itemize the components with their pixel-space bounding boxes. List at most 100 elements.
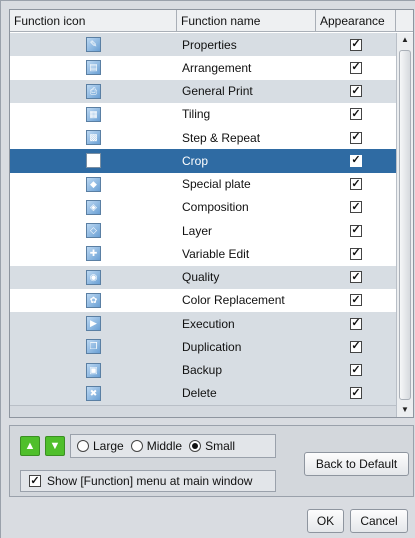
duplication-icon: ❐ — [86, 339, 101, 355]
variable-edit-icon: ✚ — [86, 246, 101, 262]
function-icon-cell: ✿ — [10, 289, 177, 312]
function-name-cell: Tiling — [182, 107, 211, 122]
move-down-button[interactable]: ▼ — [45, 436, 65, 456]
table-row[interactable]: ▦ Tiling ✓ — [10, 102, 396, 126]
table-row[interactable]: ✎ Properties ✓ — [10, 33, 396, 57]
function-icon-cell: ◆ — [10, 173, 177, 196]
appearance-checkbox[interactable]: ✓ — [350, 317, 362, 330]
appearance-checkbox[interactable]: ✓ — [350, 61, 362, 74]
function-icon-cell: ▩ — [10, 126, 177, 149]
table-row[interactable]: ◇ Layer ✓ — [10, 219, 396, 243]
appearance-checkbox[interactable]: ✓ — [350, 178, 362, 191]
table-row[interactable]: ✖ Delete ✓ — [10, 381, 396, 405]
table-body: ✎ Properties ✓ ▤ Arrangement ✓ ⎙ General Print ✓… — [10, 33, 396, 405]
appearance-checkbox[interactable]: ✓ — [350, 247, 362, 260]
function-name-cell: Crop — [182, 153, 209, 168]
function-name-cell: Delete — [182, 386, 217, 401]
column-header-function-name[interactable]: Function name — [177, 10, 316, 32]
table-row[interactable]: □ Crop ✓ — [10, 149, 396, 173]
delete-icon: ✖ — [86, 385, 101, 401]
function-name-cell: Special plate — [182, 177, 251, 192]
appearance-checkbox[interactable]: ✓ — [350, 131, 362, 144]
appearance-checkbox[interactable]: ✓ — [350, 271, 362, 284]
function-name-cell: Duplication — [182, 339, 242, 354]
table-header: Function icon Function name Appearance — [10, 10, 413, 32]
appearance-checkbox[interactable]: ✓ — [350, 340, 362, 353]
vertical-scrollbar[interactable]: ▲ ▼ — [396, 33, 413, 417]
function-icon-cell: ▣ — [10, 359, 177, 382]
function-icon-cell: ▶ — [10, 312, 177, 335]
appearance-checkbox[interactable]: ✓ — [350, 294, 362, 307]
size-option-small[interactable]: Small — [189, 439, 235, 453]
function-icon-cell: ⎙ — [10, 80, 177, 103]
function-icon-cell: ✎ — [10, 33, 177, 56]
composition-icon: ◈ — [86, 199, 101, 215]
scrollbar-thumb[interactable] — [399, 50, 411, 400]
table-row[interactable]: ⎙ General Print ✓ — [10, 79, 396, 103]
table-row[interactable]: ◈ Composition ✓ — [10, 195, 396, 219]
show-menu-check-icon: ✓ — [29, 474, 41, 487]
function-name-cell: Execution — [182, 316, 235, 331]
tiling-icon: ▦ — [86, 106, 101, 122]
column-header-function-icon[interactable]: Function icon — [10, 10, 177, 32]
appearance-cell: ✓ — [316, 196, 396, 219]
move-up-button[interactable]: ▲ — [20, 436, 40, 456]
appearance-checkbox[interactable]: ✓ — [350, 154, 362, 167]
table-row[interactable]: ▶ Execution ✓ — [10, 312, 396, 336]
appearance-cell: ✓ — [316, 126, 396, 149]
table-row[interactable]: ◉ Quality ✓ — [10, 265, 396, 289]
layer-icon: ◇ — [86, 223, 101, 239]
cancel-button[interactable]: Cancel — [350, 509, 408, 533]
table-row[interactable]: ▩ Step & Repeat ✓ — [10, 126, 396, 150]
size-option-large[interactable]: Large — [77, 439, 124, 453]
appearance-cell: ✓ — [316, 80, 396, 103]
arrow-up-icon: ▲ — [24, 440, 36, 452]
appearance-checkbox[interactable]: ✓ — [350, 224, 362, 237]
function-icon-cell: ▤ — [10, 56, 177, 79]
function-icon-cell: ◇ — [10, 219, 177, 242]
appearance-cell: ✓ — [316, 103, 396, 126]
function-settings-dialog: Function icon Function name Appearance ✎… — [0, 0, 415, 538]
show-function-menu-checkbox[interactable]: ✓ Show [Function] menu at main window — [20, 470, 276, 492]
table-row[interactable]: ✚ Variable Edit ✓ — [10, 242, 396, 266]
table-footer-strip — [10, 405, 396, 417]
show-menu-label: Show [Function] menu at main window — [47, 474, 253, 488]
crop-icon: □ — [86, 153, 101, 169]
radio-button[interactable] — [77, 440, 89, 452]
appearance-checkbox[interactable]: ✓ — [350, 108, 362, 121]
function-icon-cell: ◉ — [10, 266, 177, 289]
function-icon-cell: ❐ — [10, 335, 177, 358]
execution-icon: ▶ — [86, 316, 101, 332]
table-row[interactable]: ▣ Backup ✓ — [10, 358, 396, 382]
appearance-checkbox[interactable]: ✓ — [350, 364, 362, 377]
function-name-cell: Quality — [182, 270, 220, 285]
size-option-label: Large — [93, 439, 124, 453]
back-to-default-button[interactable]: Back to Default — [304, 452, 409, 476]
table-row[interactable]: ✿ Color Replacement ✓ — [10, 288, 396, 312]
radio-button[interactable] — [130, 440, 143, 452]
appearance-checkbox[interactable]: ✓ — [350, 85, 362, 98]
function-name-cell: Color Replacement — [182, 293, 285, 308]
radio-button[interactable] — [189, 440, 202, 452]
appearance-checkbox[interactable]: ✓ — [350, 38, 362, 51]
scroll-up-arrow-icon[interactable]: ▲ — [397, 33, 413, 47]
appearance-cell: ✓ — [316, 382, 396, 405]
backup-icon: ▣ — [86, 362, 101, 378]
table-row[interactable]: ▤ Arrangement ✓ — [10, 56, 396, 80]
appearance-cell: ✓ — [316, 242, 396, 265]
table-row[interactable]: ❐ Duplication ✓ — [10, 335, 396, 359]
ok-button[interactable]: OK — [307, 509, 344, 533]
arrangement-icon: ▤ — [86, 60, 101, 76]
table-row[interactable]: ◆ Special plate ✓ — [10, 172, 396, 196]
appearance-checkbox[interactable]: ✓ — [350, 387, 362, 400]
function-name-cell: Step & Repeat — [182, 130, 261, 145]
appearance-checkbox[interactable]: ✓ — [350, 201, 362, 214]
appearance-cell: ✓ — [316, 173, 396, 196]
step-repeat-icon: ▩ — [86, 130, 101, 146]
icon-size-radio-group: Large Middle Small — [70, 434, 276, 458]
column-header-appearance[interactable]: Appearance — [316, 10, 396, 32]
function-name-cell: Composition — [182, 200, 249, 215]
size-option-middle[interactable]: Middle — [130, 439, 182, 453]
scroll-down-arrow-icon[interactable]: ▼ — [397, 403, 413, 417]
function-name-cell: Backup — [182, 363, 223, 378]
